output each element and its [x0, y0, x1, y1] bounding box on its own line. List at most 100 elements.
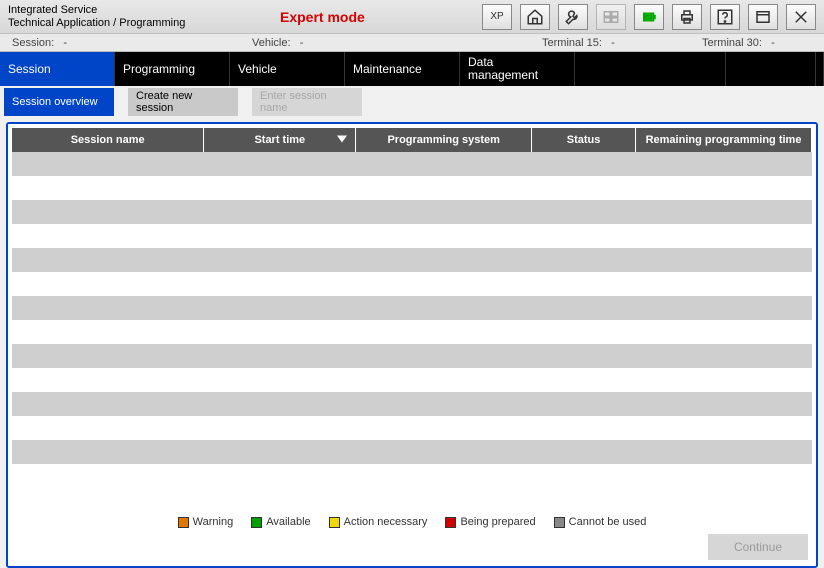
cell-start_time: [204, 440, 356, 464]
battery-button[interactable]: [634, 4, 664, 30]
window-icon: [754, 8, 772, 26]
legend-warning: Warning: [178, 516, 234, 528]
cell-remaining: [636, 392, 812, 416]
table-row[interactable]: [12, 200, 812, 224]
window-button[interactable]: [748, 4, 778, 30]
cell-status: [532, 416, 636, 440]
tiles-icon: [602, 8, 620, 26]
tab-blank-2: [726, 52, 816, 86]
col-session-name[interactable]: Session name: [12, 128, 204, 152]
cell-status: [532, 296, 636, 320]
tab-blank-1: [575, 52, 726, 86]
legend-available: Available: [251, 516, 310, 528]
wrench-icon: [564, 8, 582, 26]
table-row[interactable]: [12, 416, 812, 440]
close-icon: [792, 8, 810, 26]
subtab-create-session[interactable]: Create new session: [128, 88, 238, 116]
legend-prepared-label: Being prepared: [460, 516, 535, 528]
cell-remaining: [636, 152, 812, 176]
table-row[interactable]: [12, 272, 812, 296]
legend-available-label: Available: [266, 516, 310, 528]
col-prog-system[interactable]: Programming system: [356, 128, 532, 152]
table-row[interactable]: [12, 320, 812, 344]
cell-session_name: [12, 272, 204, 296]
tab-session[interactable]: Session: [0, 52, 115, 86]
subtab-enter-name: Enter session name: [252, 88, 362, 116]
close-button[interactable]: [786, 4, 816, 30]
col-start-time[interactable]: Start time: [204, 128, 356, 152]
table-row[interactable]: [12, 296, 812, 320]
cell-start_time: [204, 272, 356, 296]
continue-button[interactable]: Continue: [708, 534, 808, 560]
info-t15-label: Terminal 15:: [542, 37, 602, 49]
cell-remaining: [636, 176, 812, 200]
cell-session_name: [12, 248, 204, 272]
cell-session_name: [12, 368, 204, 392]
table-row[interactable]: [12, 248, 812, 272]
cell-programming_system: [356, 416, 532, 440]
xp-button[interactable]: XP: [482, 4, 512, 30]
col-remaining[interactable]: Remaining programming time: [636, 128, 812, 152]
tools-button[interactable]: [558, 4, 588, 30]
subtab-session-overview[interactable]: Session overview: [4, 88, 114, 116]
cell-programming_system: [356, 320, 532, 344]
info-t15-value: -: [611, 37, 615, 49]
table-row[interactable]: [12, 344, 812, 368]
cell-session_name: [12, 296, 204, 320]
home-button[interactable]: [520, 4, 550, 30]
help-button[interactable]: [710, 4, 740, 30]
info-terminal15: Terminal 15: -: [530, 37, 690, 49]
tab-vehicle-label: Vehicle: [238, 63, 277, 76]
cell-remaining: [636, 296, 812, 320]
app-header: Integrated Service Technical Application…: [0, 0, 824, 34]
cell-session_name: [12, 344, 204, 368]
battery-icon: [640, 8, 658, 26]
legend-warning-label: Warning: [193, 516, 234, 528]
info-vehicle: Vehicle: -: [240, 37, 530, 49]
tab-vehicle[interactable]: Vehicle: [230, 52, 345, 86]
cell-status: [532, 224, 636, 248]
tab-programming[interactable]: Programming: [115, 52, 230, 86]
cell-status: [532, 440, 636, 464]
table-row[interactable]: [12, 224, 812, 248]
legend-cannot: Cannot be used: [554, 516, 647, 528]
cannot-swatch-icon: [554, 517, 565, 528]
info-session: Session: -: [0, 37, 240, 49]
cell-session_name: [12, 392, 204, 416]
subtab-enter-label: Enter session name: [260, 90, 352, 114]
col-status[interactable]: Status: [532, 128, 636, 152]
layout-button[interactable]: [596, 4, 626, 30]
cell-remaining: [636, 368, 812, 392]
cell-remaining: [636, 320, 812, 344]
table-row[interactable]: [12, 440, 812, 464]
table-row[interactable]: [12, 392, 812, 416]
cell-start_time: [204, 296, 356, 320]
tab-session-label: Session: [8, 63, 51, 76]
xp-label: XP: [490, 11, 503, 22]
table-row[interactable]: [12, 464, 812, 488]
print-button[interactable]: [672, 4, 702, 30]
cell-remaining: [636, 464, 812, 488]
cell-programming_system: [356, 248, 532, 272]
tab-blank-3: [816, 52, 824, 86]
cell-programming_system: [356, 272, 532, 296]
cell-status: [532, 368, 636, 392]
help-icon: [716, 8, 734, 26]
cell-remaining: [636, 248, 812, 272]
tab-data-management[interactable]: Data management: [460, 52, 575, 86]
expert-mode-label: Expert mode: [280, 9, 400, 25]
cell-status: [532, 344, 636, 368]
tab-maintenance[interactable]: Maintenance: [345, 52, 460, 86]
table-row[interactable]: [12, 176, 812, 200]
table-row[interactable]: [12, 152, 812, 176]
info-bar: Session: - Vehicle: - Terminal 15: - Ter…: [0, 34, 824, 52]
table-row[interactable]: [12, 368, 812, 392]
col-prog-system-label: Programming system: [387, 134, 499, 146]
table-body: [12, 152, 812, 488]
col-remaining-label: Remaining programming time: [646, 134, 802, 146]
action-swatch-icon: [329, 517, 340, 528]
cell-start_time: [204, 320, 356, 344]
cell-status: [532, 152, 636, 176]
app-title-line1: Integrated Service: [8, 4, 280, 17]
legend: Warning Available Action necessary Being…: [12, 510, 812, 532]
